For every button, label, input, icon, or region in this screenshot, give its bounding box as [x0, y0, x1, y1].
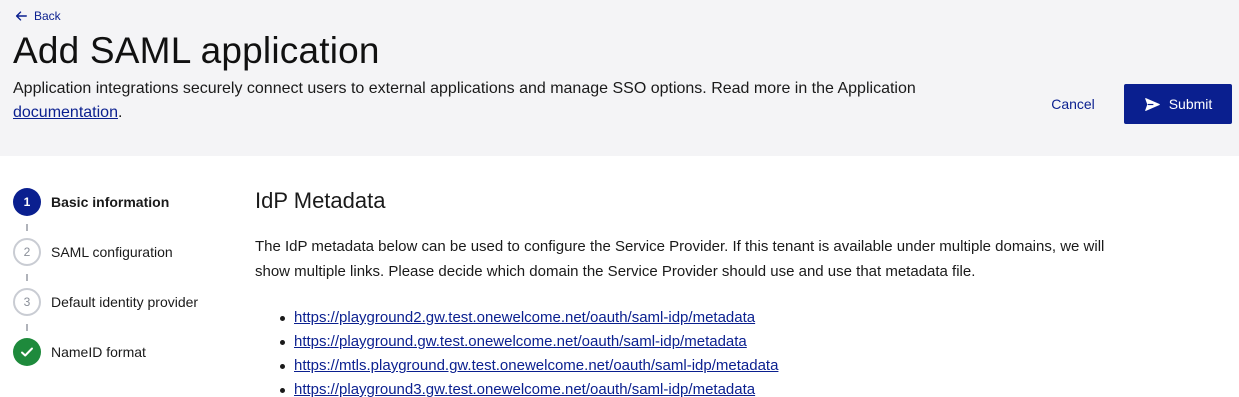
metadata-link[interactable]: https://playground2.gw.test.onewelcome.n…	[294, 309, 755, 326]
list-item: https://playground.gw.test.onewelcome.ne…	[255, 330, 1155, 354]
documentation-link[interactable]: documentation	[13, 104, 118, 121]
page-title: Add SAML application	[13, 30, 380, 71]
step-number: 3	[13, 288, 41, 316]
back-link[interactable]: Back	[14, 9, 61, 23]
list-item: https://playground2.gw.test.onewelcome.n…	[255, 306, 1155, 330]
step-status	[13, 338, 41, 366]
step-nameid-format[interactable]: NameID format	[13, 338, 233, 388]
list-item: https://playground3.gw.test.onewelcome.n…	[255, 378, 1155, 397]
submit-button[interactable]: Submit	[1124, 84, 1232, 124]
arrow-left-icon	[15, 11, 27, 21]
step-label: NameID format	[51, 344, 146, 360]
submit-label: Submit	[1168, 96, 1213, 112]
description-text: Application integrations securely connec…	[13, 80, 916, 97]
step-basic-information[interactable]: 1 Basic information	[13, 188, 233, 238]
metadata-link[interactable]: https://playground3.gw.test.onewelcome.n…	[294, 381, 755, 397]
step-label: Basic information	[51, 194, 170, 210]
back-label: Back	[34, 9, 61, 23]
page-description: Application integrations securely connec…	[13, 77, 973, 125]
page-header: Back Add SAML application Application in…	[0, 0, 1239, 156]
cancel-button[interactable]: Cancel	[1036, 84, 1110, 124]
send-icon	[1144, 97, 1160, 111]
step-saml-configuration[interactable]: 2 SAML configuration	[13, 238, 233, 288]
list-item: https://mtls.playground.gw.test.onewelco…	[255, 354, 1155, 378]
step-connector	[26, 274, 28, 281]
step-number: 1	[13, 188, 41, 216]
step-connector	[26, 224, 28, 231]
check-icon	[21, 347, 33, 357]
step-connector	[26, 324, 28, 331]
step-default-identity-provider[interactable]: 3 Default identity provider	[13, 288, 233, 338]
description-suffix: .	[117, 104, 123, 121]
section-heading: IdP Metadata	[255, 188, 386, 213]
step-number: 2	[13, 238, 41, 266]
main-content: IdP Metadata The IdP metadata below can …	[255, 188, 1155, 397]
metadata-link[interactable]: https://playground.gw.test.onewelcome.ne…	[294, 333, 747, 350]
metadata-link[interactable]: https://mtls.playground.gw.test.onewelco…	[294, 357, 778, 374]
step-label: SAML configuration	[51, 244, 173, 260]
metadata-link-list: https://playground2.gw.test.onewelcome.n…	[255, 306, 1155, 397]
step-label: Default identity provider	[51, 294, 199, 310]
wizard-stepper: 1 Basic information 2 SAML configuration…	[13, 188, 233, 388]
section-description: The IdP metadata below can be used to co…	[255, 238, 1105, 280]
